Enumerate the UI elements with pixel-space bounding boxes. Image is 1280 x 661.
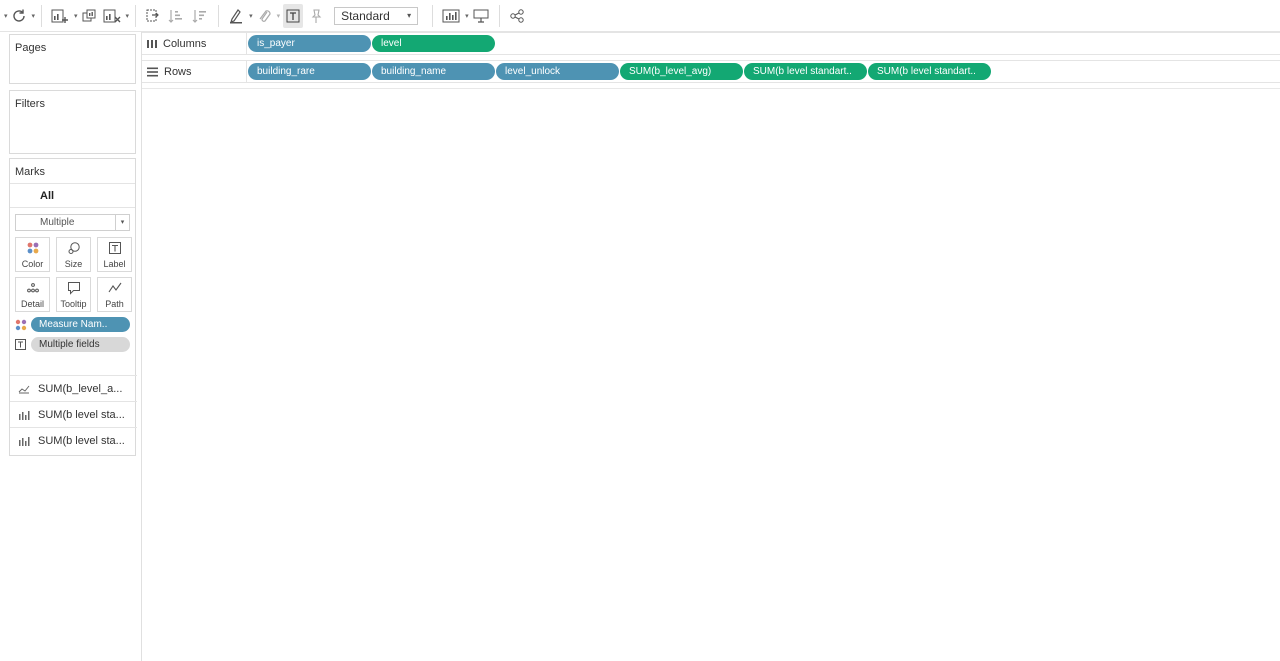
pill-level-unlock[interactable]: level_unlock — [496, 63, 619, 80]
label-button-label: Label — [103, 258, 126, 269]
refresh-dropdown-caret[interactable]: ▾ — [32, 12, 36, 20]
tooltip-button[interactable]: Tooltip — [56, 277, 91, 312]
clear-sheet-caret[interactable]: ▾ — [126, 12, 130, 20]
detail-button[interactable]: Detail — [15, 277, 50, 312]
new-worksheet-icon[interactable] — [51, 4, 69, 28]
pill-sum-b-level-avg[interactable]: SUM(b_level_avg) — [620, 63, 743, 80]
marks-field-color: Measure Nam.. — [15, 317, 130, 332]
group-icon[interactable] — [256, 4, 272, 28]
toolbar-separator — [218, 4, 220, 27]
view-canvas[interactable] — [142, 88, 1280, 661]
toolbar-separator — [432, 4, 434, 27]
path-button[interactable]: Path — [97, 277, 132, 312]
measure-card-b-level-standart-1[interactable]: SUM(b level sta... — [10, 401, 137, 427]
show-me-icon[interactable] — [442, 4, 460, 28]
share-icon[interactable] — [509, 4, 525, 28]
mark-type-dropdown[interactable]: Multiple ▾ — [15, 214, 130, 231]
toolbar-separator — [41, 4, 43, 27]
sort-ascending-icon[interactable] — [167, 4, 185, 28]
size-icon — [67, 241, 81, 255]
measure-card-label: SUM(b level sta... — [38, 408, 125, 421]
sort-descending-icon[interactable] — [191, 4, 209, 28]
fit-select[interactable]: Standard ▾ — [334, 6, 419, 25]
marks-title: Marks — [15, 166, 45, 178]
columns-pills: is_payer level — [247, 35, 496, 52]
duplicate-sheet-icon[interactable] — [81, 4, 97, 28]
label-icon — [15, 337, 31, 352]
bar-chart-icon — [18, 436, 38, 446]
pill-sum-b-level-standart-1[interactable]: SUM(b level standart.. — [744, 63, 867, 80]
undo-dropdown-caret[interactable]: ▾ — [4, 12, 8, 20]
marks-button-grid: Color Size Label Detail Tooltip Path — [15, 237, 132, 312]
tooltip-button-label: Tooltip — [60, 298, 87, 309]
measure-marks-list: SUM(b_level_a... SUM(b level sta... SUM(… — [10, 375, 137, 453]
presentation-icon[interactable] — [472, 4, 490, 28]
toolbar: ▾ ▾ ▾ ▾ ▾ ▾ Standard ▾ ▾ — [0, 0, 1280, 32]
fit-select-value: Standard — [341, 8, 390, 23]
chevron-down-icon: ▾ — [115, 215, 129, 230]
toolbar-separator — [498, 4, 500, 27]
size-button[interactable]: Size — [56, 237, 91, 272]
rows-shelf[interactable]: Rows building_rare building_name level_u… — [142, 60, 1280, 83]
columns-label-text: Columns — [163, 37, 207, 50]
multiple-fields-pill[interactable]: Multiple fields — [31, 337, 130, 352]
columns-icon — [147, 39, 157, 49]
pages-card[interactable]: Pages — [9, 34, 136, 84]
toolbar-separator — [135, 4, 137, 27]
mark-type-value: Multiple — [40, 217, 75, 228]
marks-card: Marks All Multiple ▾ Color Size Label De… — [9, 158, 137, 456]
path-button-label: Path — [105, 298, 124, 309]
detail-button-label: Detail — [20, 298, 44, 309]
columns-shelf-label: Columns — [142, 33, 247, 54]
highlight-caret[interactable]: ▾ — [249, 12, 253, 20]
measure-card-label: SUM(b_level_a... — [38, 382, 123, 395]
left-panel: Pages Filters Marks All Multiple ▾ Color — [3, 32, 142, 661]
pill-building-rare[interactable]: building_rare — [248, 63, 371, 80]
show-me-caret[interactable]: ▾ — [465, 12, 469, 20]
pill-building-name[interactable]: building_name — [372, 63, 495, 80]
rows-label-text: Rows — [164, 65, 192, 78]
marks-field-label: Multiple fields — [15, 337, 130, 352]
pin-icon[interactable] — [309, 4, 323, 28]
tooltip-icon — [67, 281, 81, 295]
group-caret[interactable]: ▾ — [277, 12, 281, 20]
measure-card-label: SUM(b level sta... — [38, 434, 125, 447]
pill-sum-b-level-standart-2[interactable]: SUM(b level standart.. — [868, 63, 991, 80]
size-button-label: Size — [64, 258, 83, 269]
color-button[interactable]: Color — [15, 237, 50, 272]
rows-icon — [147, 67, 158, 77]
label-button[interactable]: Label — [97, 237, 132, 272]
marks-all-tab[interactable]: All — [10, 184, 135, 208]
rows-shelf-label: Rows — [142, 61, 247, 82]
bar-chart-icon — [18, 410, 38, 420]
tableau-worksheet: ▾ ▾ ▾ ▾ ▾ ▾ Standard ▾ ▾ Pages Filters M… — [0, 0, 1280, 661]
detail-icon — [26, 281, 40, 295]
color-button-label: Color — [21, 258, 44, 269]
measure-card-b-level-standart-2[interactable]: SUM(b level sta... — [10, 427, 137, 453]
label-icon — [108, 241, 121, 255]
filters-title: Filters — [15, 98, 45, 110]
chevron-down-icon: ▾ — [407, 11, 412, 20]
color-icon — [15, 317, 31, 332]
clear-sheet-icon[interactable] — [103, 4, 121, 28]
columns-shelf[interactable]: Columns is_payer level — [142, 32, 1280, 55]
filters-card[interactable]: Filters — [9, 90, 136, 154]
highlight-icon[interactable] — [228, 4, 244, 28]
refresh-icon[interactable] — [11, 4, 27, 28]
pill-is-payer[interactable]: is_payer — [248, 35, 371, 52]
pages-title: Pages — [15, 42, 47, 54]
show-labels-icon[interactable] — [283, 3, 304, 28]
path-icon — [108, 281, 122, 295]
line-chart-icon — [18, 384, 38, 394]
color-icon — [26, 241, 40, 255]
new-worksheet-caret[interactable]: ▾ — [74, 12, 78, 20]
pill-level[interactable]: level — [372, 35, 495, 52]
swap-icon[interactable] — [145, 4, 161, 28]
marks-header: Marks — [10, 159, 135, 184]
measure-names-pill[interactable]: Measure Nam.. — [31, 317, 130, 332]
measure-card-b-level-avg[interactable]: SUM(b_level_a... — [10, 375, 137, 401]
rows-pills: building_rare building_name level_unlock… — [247, 63, 992, 80]
